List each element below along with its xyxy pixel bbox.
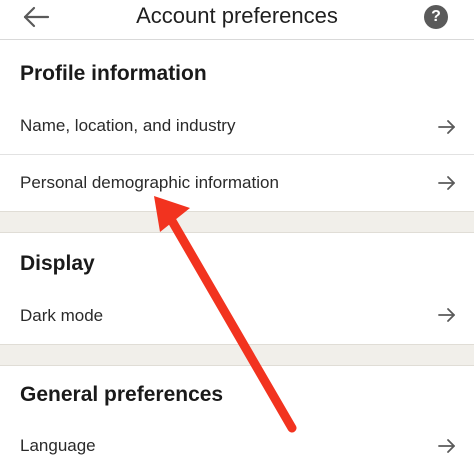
row-label: Language xyxy=(20,436,96,455)
arrow-right-icon xyxy=(438,308,455,322)
section-title-profile-information: Profile information xyxy=(20,62,207,85)
row-personal-demographic-information[interactable]: Personal demographic information xyxy=(0,155,474,211)
help-button[interactable]: ? xyxy=(424,5,448,29)
arrow-right-icon xyxy=(438,439,455,453)
top-bar: Account preferences ? xyxy=(0,0,474,40)
section-gap xyxy=(0,344,474,366)
row-label: Personal demographic information xyxy=(20,173,279,192)
page-title: Account preferences xyxy=(136,3,338,28)
row-label: Name, location, and industry xyxy=(20,116,236,135)
row-name-location-industry[interactable]: Name, location, and industry xyxy=(0,100,474,154)
row-language[interactable]: Language xyxy=(0,420,474,462)
section-title-general-preferences: General preferences xyxy=(20,383,224,406)
arrow-right-icon xyxy=(438,120,455,134)
row-dark-mode[interactable]: Dark mode xyxy=(0,288,474,344)
section-gap xyxy=(0,211,474,233)
question-circle-icon: ? xyxy=(431,8,441,25)
section-title-display: Display xyxy=(20,252,95,275)
row-label: Dark mode xyxy=(20,306,104,325)
arrow-right-icon xyxy=(438,176,455,190)
